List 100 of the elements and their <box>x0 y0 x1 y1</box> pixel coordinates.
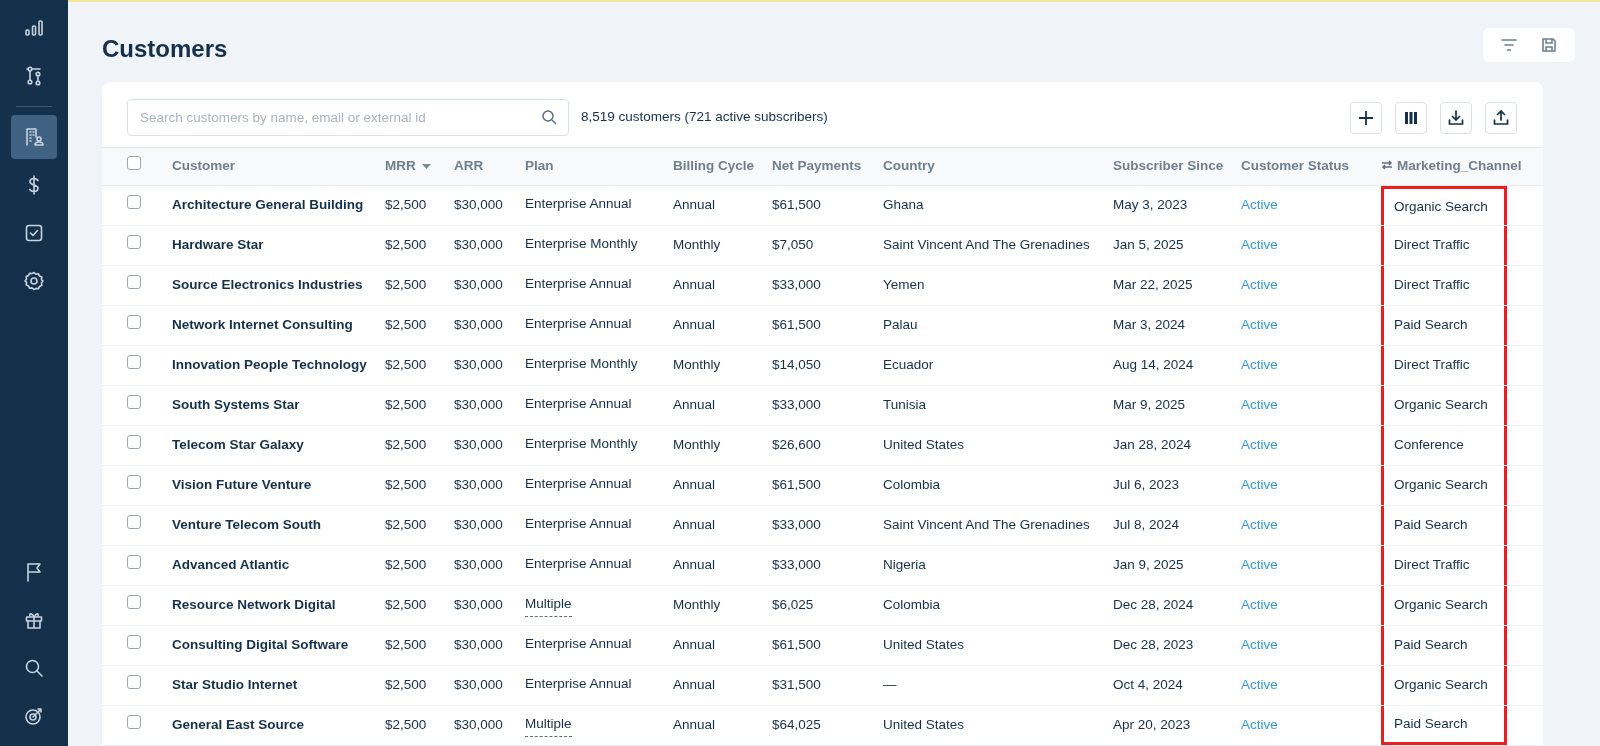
table-cell: Nigeria <box>883 557 926 573</box>
column-header[interactable]: Net Payments <box>772 156 862 177</box>
save-icon <box>1541 36 1557 53</box>
checkbox[interactable] <box>127 555 141 570</box>
table-cell: Ecuador <box>883 357 934 373</box>
table-cell: Annual <box>673 717 716 733</box>
table-cell: $2,500 <box>385 477 427 493</box>
status-text: Active <box>1241 717 1278 733</box>
table-cell: $30,000 <box>454 237 503 253</box>
table-cell: Dec 28, 2023 <box>1113 637 1194 653</box>
table-cell-text: Organic Search <box>1394 197 1488 216</box>
table-cell: $30,000 <box>454 317 503 333</box>
column-header[interactable]: MRR <box>385 156 416 177</box>
table-cell: United States <box>883 717 965 733</box>
table-cell: Jan 28, 2024 <box>1113 437 1192 453</box>
customer-name[interactable]: Consulting Digital Software <box>172 637 349 653</box>
table-cell: $30,000 <box>454 517 503 533</box>
table-cell: $64,025 <box>772 717 821 733</box>
plan-text: Enterprise Annual <box>525 475 632 494</box>
add-button[interactable] <box>1350 101 1382 134</box>
download-button[interactable] <box>1440 101 1472 134</box>
checkbox[interactable] <box>127 275 141 290</box>
checkbox[interactable] <box>127 595 141 610</box>
checkbox[interactable] <box>127 435 141 450</box>
checkbox[interactable] <box>127 395 141 410</box>
checkbox[interactable] <box>127 715 141 730</box>
customer-name[interactable]: Hardware Star <box>172 237 264 253</box>
customer-name[interactable]: Star Studio Internet <box>172 677 298 693</box>
table-cell: Jul 6, 2023 <box>1113 477 1180 493</box>
plan-text: Enterprise Annual <box>525 635 632 654</box>
checkbox[interactable] <box>127 315 141 330</box>
table-cell: Yemen <box>883 277 925 293</box>
search-icon <box>24 658 44 678</box>
table-cell: $6,025 <box>772 597 814 613</box>
status-text: Active <box>1241 277 1278 293</box>
column-header[interactable]: Customer Status <box>1241 156 1350 177</box>
table-cell: Jan 9, 2025 <box>1113 557 1184 573</box>
status-text: Active <box>1241 317 1278 333</box>
table-cell: $30,000 <box>454 197 503 213</box>
download-icon <box>1448 109 1464 126</box>
table-cell: $61,500 <box>772 197 821 213</box>
column-header[interactable]: Subscriber Since <box>1113 156 1224 177</box>
table-cell: $61,500 <box>772 317 821 333</box>
table-cell: $26,600 <box>772 437 821 453</box>
table-cell: Monthly <box>673 597 721 613</box>
column-header[interactable]: Billing Cycle <box>673 156 755 177</box>
customer-name[interactable]: Telecom Star Galaxy <box>172 437 304 453</box>
table-cell-text: Organic Search <box>1394 396 1488 415</box>
table-cell: $2,500 <box>385 517 427 533</box>
table-cell-text: Conference <box>1394 436 1464 455</box>
customer-name[interactable]: Resource Network Digital <box>172 597 336 613</box>
table-cell: $61,500 <box>772 637 821 653</box>
column-header[interactable]: Marketing_Channel <box>1397 156 1522 177</box>
customer-name[interactable]: Architecture General Building <box>172 197 364 213</box>
table-cell-text: Paid Search <box>1394 516 1468 535</box>
flag-icon <box>24 562 44 582</box>
table-cell: Jul 8, 2024 <box>1113 517 1180 533</box>
checkbox[interactable] <box>127 515 141 530</box>
table-cell-text: Organic Search <box>1394 596 1488 615</box>
table-cell-text: Organic Search <box>1394 676 1488 695</box>
table-cell: $2,500 <box>385 317 427 333</box>
search-field[interactable]: Search customers by name, email or external id <box>127 99 569 136</box>
customer-name[interactable]: Innovation People Technology <box>172 357 367 373</box>
customer-name[interactable]: General East Source <box>172 717 305 733</box>
customer-name[interactable]: Vision Future Venture <box>172 477 312 493</box>
table-cell: Annual <box>673 677 716 693</box>
column-header[interactable]: Customer <box>172 156 235 177</box>
table-cell: Saint Vincent And The Grenadines <box>883 517 1090 533</box>
table-cell: Ghana <box>883 197 924 213</box>
plan-text: Enterprise Annual <box>525 555 632 574</box>
table-cell: $2,500 <box>385 677 427 693</box>
table-cell: Colombia <box>883 597 941 613</box>
checkbox[interactable] <box>127 355 141 370</box>
table-cell: $33,000 <box>772 557 821 573</box>
plan-text: Enterprise Monthly <box>525 235 638 254</box>
plan-text: Multiple <box>525 594 572 617</box>
customer-name[interactable]: Source Electronics Industries <box>172 277 363 293</box>
checkbox[interactable] <box>127 675 141 690</box>
status-text: Active <box>1241 197 1278 213</box>
table-cell: Colombia <box>883 477 941 493</box>
customer-name[interactable]: Network Internet Consulting <box>172 317 353 333</box>
checkbox[interactable] <box>127 156 141 171</box>
columns-button[interactable] <box>1395 101 1427 134</box>
checkbox[interactable] <box>127 635 141 650</box>
table-cell: Saint Vincent And The Grenadines <box>883 237 1090 253</box>
table-cell-text: Direct Traffic <box>1394 356 1470 375</box>
table-cell-text: Direct Traffic <box>1394 276 1470 295</box>
customer-name[interactable]: South Systems Star <box>172 397 300 413</box>
checkbox[interactable] <box>127 195 141 210</box>
columns-icon <box>1404 110 1418 125</box>
checkbox[interactable] <box>127 235 141 250</box>
checkbox[interactable] <box>127 475 141 490</box>
upload-button[interactable] <box>1485 101 1517 134</box>
search-icon <box>541 109 557 125</box>
table-cell: $33,000 <box>772 277 821 293</box>
column-header[interactable]: Country <box>883 156 935 177</box>
customer-name[interactable]: Advanced Atlantic <box>172 557 290 573</box>
customer-name[interactable]: Venture Telecom South <box>172 517 322 533</box>
column-header[interactable]: Plan <box>525 156 554 177</box>
column-header[interactable]: ARR <box>454 156 484 177</box>
